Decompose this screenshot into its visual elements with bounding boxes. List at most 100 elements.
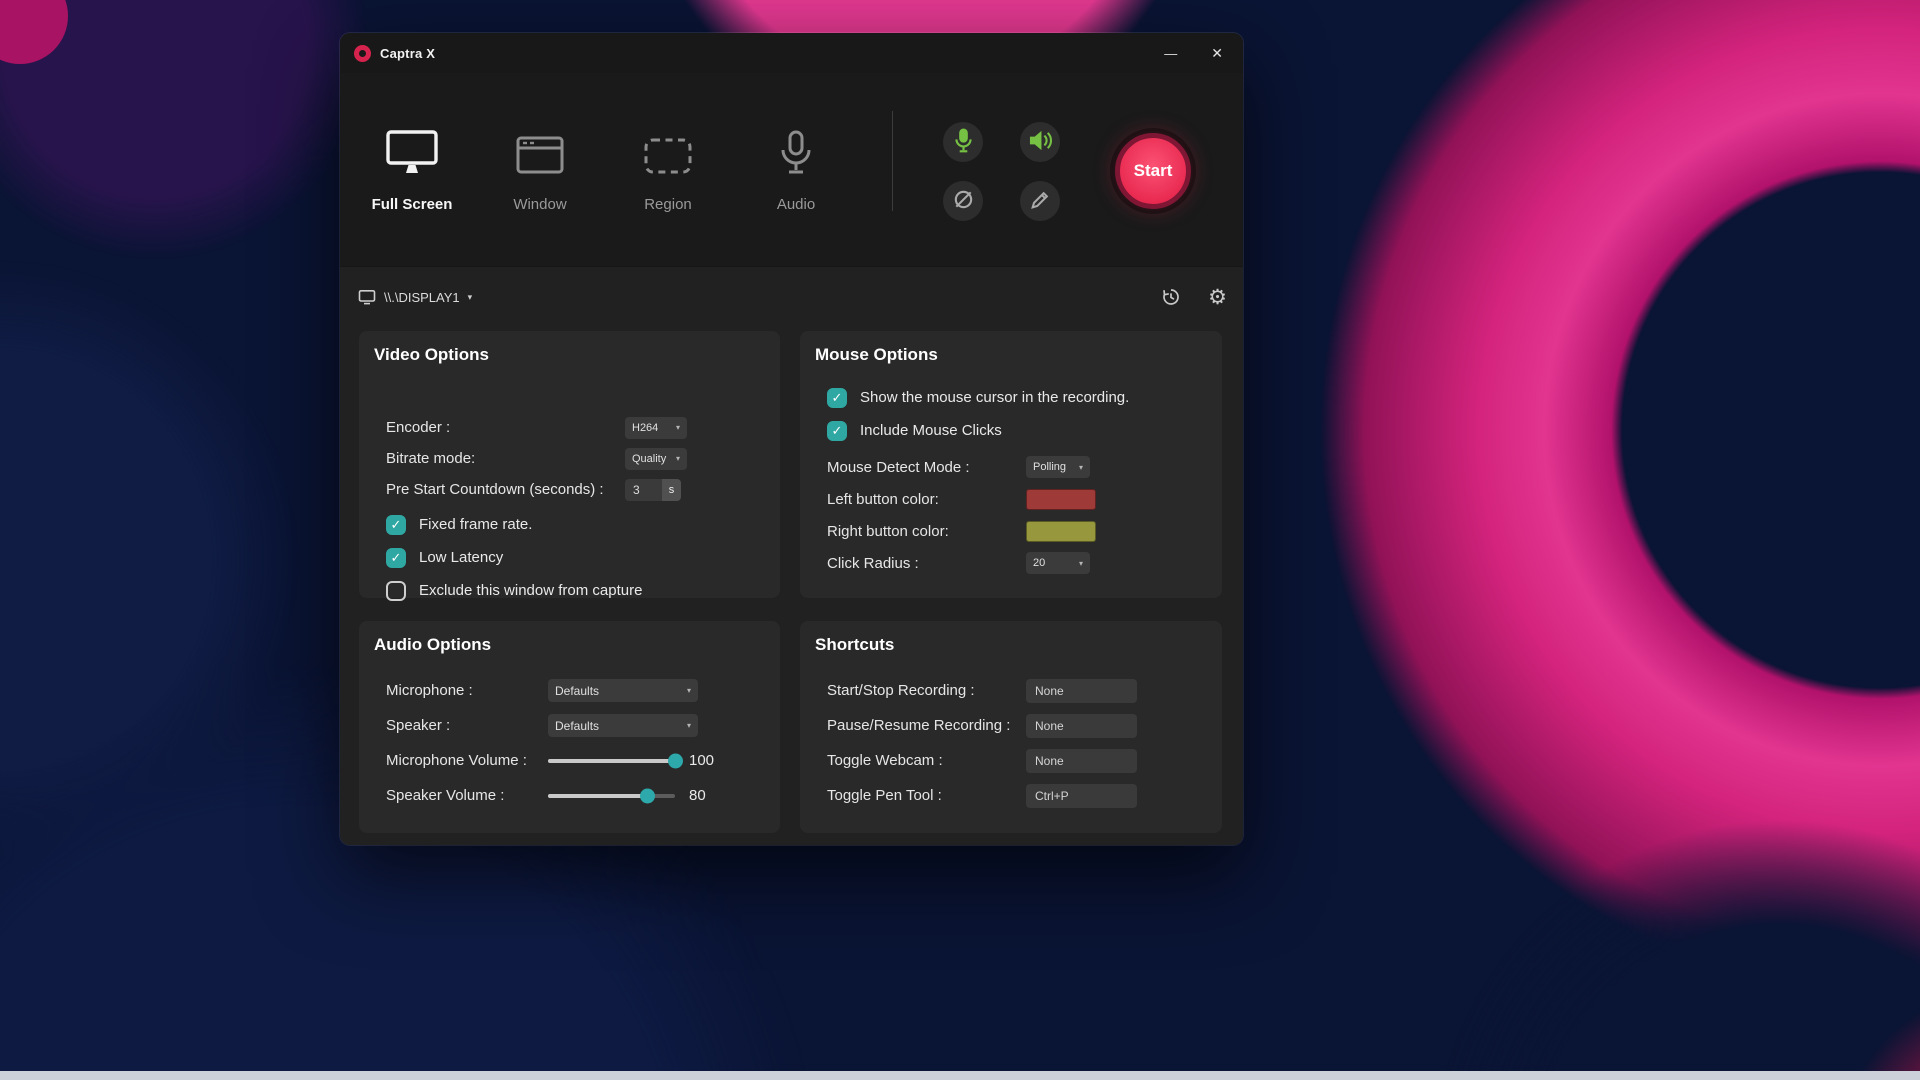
window-title: Captra X	[380, 46, 435, 61]
chevron-down-icon: ▾	[1079, 559, 1083, 568]
mode-audio[interactable]: Audio	[732, 123, 860, 213]
shortcuts-panel: Shortcuts Start/Stop Recording : None Pa…	[800, 621, 1222, 833]
taskbar[interactable]	[0, 1071, 1920, 1080]
capture-toolbar: Full Screen Window	[340, 73, 1243, 266]
check-icon: ✓	[391, 551, 402, 564]
microphone-select[interactable]: Defaults ▾	[548, 679, 698, 702]
speaker-volume-slider[interactable]	[548, 794, 675, 798]
shortcut-row: Toggle Pen Tool : Ctrl+P	[800, 778, 1222, 813]
mode-label: Full Screen	[372, 196, 453, 213]
slider-handle[interactable]	[668, 753, 683, 768]
checkbox-exclude-window[interactable]: ✓ Exclude this window from capture	[359, 574, 780, 607]
countdown-row: Pre Start Countdown (seconds) : 3 s	[359, 474, 780, 505]
mic-on-icon	[954, 128, 973, 157]
countdown-input[interactable]: 3	[625, 479, 662, 501]
panel-title: Shortcuts	[815, 635, 1222, 655]
display-bar: \\.\DISPLAY1 ▾ ⚙	[358, 281, 1227, 313]
checkbox-include-clicks[interactable]: ✓ Include Mouse Clicks	[800, 414, 1222, 447]
speaker-on-icon	[1028, 129, 1053, 155]
mouse-options-panel: Mouse Options ✓ Show the mouse cursor in…	[800, 331, 1222, 598]
start-stop-hotkey-input[interactable]: None	[1026, 679, 1137, 703]
check-icon: ✓	[391, 518, 402, 531]
background-shape	[1840, 990, 1920, 1080]
checkbox-show-cursor[interactable]: ✓ Show the mouse cursor in the recording…	[800, 381, 1222, 414]
toggle-pen-hotkey-input[interactable]: Ctrl+P	[1026, 784, 1137, 808]
click-radius-select[interactable]: 20 ▾	[1026, 552, 1090, 574]
speaker-volume-value: 80	[689, 787, 706, 804]
settings-button[interactable]: ⚙	[1208, 287, 1227, 308]
mode-window[interactable]: Window	[476, 123, 604, 213]
mouse-detect-mode-select[interactable]: Polling ▾	[1026, 456, 1090, 478]
bitrate-mode-select[interactable]: Quality ▾	[625, 448, 687, 470]
app-logo-icon	[354, 45, 371, 62]
speaker-select[interactable]: Defaults ▾	[548, 714, 698, 737]
encoder-select[interactable]: H264 ▾	[625, 417, 687, 439]
right-color-row: Right button color:	[800, 515, 1222, 547]
checkbox-fixed-frame-rate[interactable]: ✓ Fixed frame rate.	[359, 508, 780, 541]
speaker-row: Speaker : Defaults ▾	[359, 708, 780, 743]
background-shape	[1430, 820, 1920, 1080]
background-shape	[0, 0, 68, 64]
right-button-color-swatch[interactable]	[1026, 521, 1096, 542]
start-recording-button[interactable]: Start	[1115, 133, 1191, 209]
mouse-detect-row: Mouse Detect Mode : Polling ▾	[800, 451, 1222, 483]
mode-region[interactable]: Region	[604, 123, 732, 213]
checkbox[interactable]: ✓	[386, 515, 406, 535]
speaker-toggle-button[interactable]	[1020, 122, 1060, 162]
panel-title: Mouse Options	[815, 345, 1222, 365]
checkbox[interactable]: ✓	[386, 581, 406, 601]
speaker-volume-row: Speaker Volume : 80	[359, 778, 780, 813]
chevron-down-icon: ▾	[687, 686, 691, 695]
audio-options-panel: Audio Options Microphone : Defaults ▾ Sp…	[359, 621, 780, 833]
start-button-label: Start	[1134, 161, 1173, 180]
shortcut-row: Toggle Webcam : None	[800, 743, 1222, 778]
toolbar-divider	[892, 111, 893, 211]
shortcut-row: Pause/Resume Recording : None	[800, 708, 1222, 743]
monitor-icon	[385, 123, 439, 177]
checkbox[interactable]: ✓	[386, 548, 406, 568]
desktop-background: Captra X — ✕ Full Screen	[0, 0, 1920, 1080]
region-icon	[643, 123, 693, 177]
display-monitor-icon	[358, 289, 376, 305]
minimize-button[interactable]: —	[1160, 43, 1181, 64]
gear-icon: ⚙	[1208, 287, 1227, 308]
background-ring-shape	[1320, 0, 1920, 990]
titlebar: Captra X — ✕	[340, 33, 1243, 73]
checkbox-low-latency[interactable]: ✓ Low Latency	[359, 541, 780, 574]
mode-full-screen[interactable]: Full Screen	[348, 123, 476, 213]
checkbox[interactable]: ✓	[827, 388, 847, 408]
pencil-icon	[1029, 189, 1051, 214]
countdown-unit-button[interactable]: s	[662, 479, 681, 501]
history-button[interactable]	[1161, 287, 1181, 307]
mic-icon	[779, 123, 813, 177]
app-window: Captra X — ✕ Full Screen	[340, 33, 1243, 845]
settings-content: \\.\DISPLAY1 ▾ ⚙	[340, 266, 1243, 845]
chevron-down-icon: ▾	[687, 721, 691, 730]
encoder-row: Encoder : H264 ▾	[359, 412, 780, 443]
display-selector[interactable]: \\.\DISPLAY1 ▾	[358, 289, 472, 305]
panel-title: Video Options	[374, 345, 780, 365]
check-icon: ✓	[832, 424, 843, 437]
webcam-toggle-button[interactable]	[943, 181, 983, 221]
microphone-toggle-button[interactable]	[943, 122, 983, 162]
chevron-down-icon: ▾	[468, 292, 473, 303]
shortcut-row: Start/Stop Recording : None	[800, 673, 1222, 708]
mode-label: Region	[644, 196, 692, 213]
history-icon	[1161, 287, 1181, 307]
background-shape	[0, 260, 300, 860]
left-button-color-swatch[interactable]	[1026, 489, 1096, 510]
panel-title: Audio Options	[374, 635, 780, 655]
mode-label: Window	[513, 196, 566, 213]
toggle-webcam-hotkey-input[interactable]: None	[1026, 749, 1137, 773]
checkbox[interactable]: ✓	[827, 421, 847, 441]
chevron-down-icon: ▾	[676, 423, 680, 432]
microphone-volume-slider[interactable]	[548, 759, 675, 763]
pause-resume-hotkey-input[interactable]: None	[1026, 714, 1137, 738]
mic-volume-value: 100	[689, 752, 714, 769]
pen-tool-toggle-button[interactable]	[1020, 181, 1060, 221]
mic-volume-row: Microphone Volume : 100	[359, 743, 780, 778]
slider-handle[interactable]	[640, 788, 655, 803]
close-button[interactable]: ✕	[1207, 42, 1227, 64]
left-color-row: Left button color:	[800, 483, 1222, 515]
video-options-panel: Video Options Encoder : H264 ▾ Bitrate m…	[359, 331, 780, 598]
